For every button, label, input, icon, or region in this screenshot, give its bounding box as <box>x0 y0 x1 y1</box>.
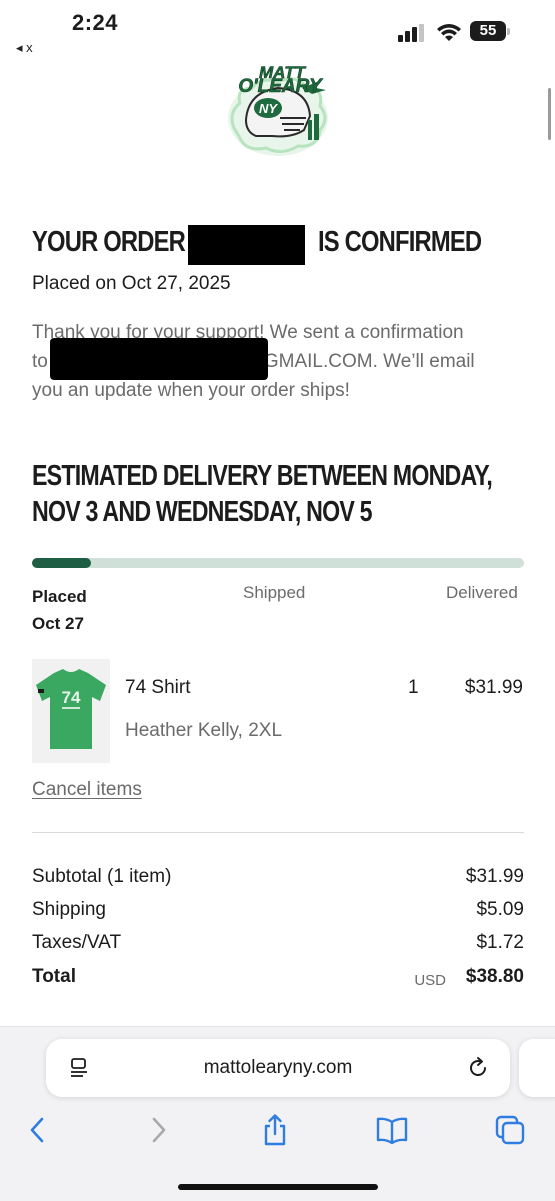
step-shipped: Shipped <box>243 583 306 602</box>
cancel-items-link[interactable]: Cancel items <box>32 779 142 801</box>
back-to-app-link[interactable]: ◂ x <box>16 40 33 56</box>
subtotal-label: Subtotal (1 item) <box>32 866 172 887</box>
item-name: 74 Shirt <box>125 677 191 698</box>
total-value: $38.80 <box>465 966 524 987</box>
confirmation-line-2-suffix: GMAIL.COM. We’ll email <box>263 351 475 372</box>
matt-oleary-logo: NY MATT O'LEARY <box>228 63 328 156</box>
shirt-number: 74 <box>62 688 81 707</box>
estimated-delivery-heading: ESTIMATED DELIVERY BETWEEN MONDAY, NOV 3… <box>32 458 493 530</box>
back-arrow-icon[interactable] <box>22 1113 54 1147</box>
wifi-icon <box>437 24 461 41</box>
product-thumbnail: 74 <box>32 659 110 763</box>
cellular-signal-icon <box>398 24 424 42</box>
url-text[interactable]: mattolearyny.com <box>46 1057 510 1079</box>
share-icon[interactable] <box>259 1113 291 1147</box>
taxes-value: $1.72 <box>476 932 524 953</box>
summary-divider <box>32 832 524 833</box>
status-time: 2:24 <box>72 10 119 35</box>
item-quantity: 1 <box>408 677 419 698</box>
status-bar: 2:24 ◂ x 55 <box>0 0 555 60</box>
delivery-line-2: NOV 3 AND WEDNESDAY, NOV 5 <box>32 496 373 528</box>
step-placed-label: Placed <box>32 587 87 606</box>
forward-arrow-icon[interactable] <box>142 1113 174 1147</box>
scroll-indicator[interactable] <box>548 88 551 140</box>
step-delivered: Delivered <box>446 583 518 602</box>
step-placed: Placed Oct 27 <box>32 583 87 637</box>
item-variant: Heather Kelly, 2XL <box>125 720 283 741</box>
shirt-image: 74 <box>36 669 106 749</box>
tabs-icon[interactable] <box>494 1113 526 1147</box>
step-placed-date: Oct 27 <box>32 614 84 633</box>
confirmation-line-3: you an update when your order ships! <box>32 380 350 401</box>
battery-icon: 55 <box>470 21 512 43</box>
total-currency: USD <box>414 972 446 989</box>
confirmation-line-2-prefix: to <box>32 351 48 372</box>
reload-icon[interactable] <box>466 1056 490 1080</box>
svg-text:NY: NY <box>259 101 278 116</box>
svg-text:O'LEARY: O'LEARY <box>238 76 324 97</box>
next-tab-preview[interactable] <box>519 1039 555 1097</box>
browser-toolbar: mattolearyny.com <box>0 1026 555 1201</box>
order-heading-suffix: IS CONFIRMED <box>317 226 482 258</box>
order-heading-prefix: YOUR ORDER # <box>32 226 204 258</box>
taxes-label: Taxes/VAT <box>32 932 122 953</box>
redacted-order-number <box>188 225 305 265</box>
address-bar[interactable]: mattolearyny.com <box>46 1039 510 1097</box>
delivery-progress-bar <box>32 558 524 568</box>
bookmarks-icon[interactable] <box>376 1113 408 1147</box>
battery-level: 55 <box>470 21 506 41</box>
shipping-value: $5.09 <box>476 899 524 920</box>
home-indicator[interactable] <box>178 1184 378 1190</box>
shipping-label: Shipping <box>32 899 106 920</box>
delivery-progress-fill <box>32 558 92 568</box>
redacted-email <box>50 338 268 380</box>
total-label: Total <box>32 966 76 987</box>
delivery-line-1: ESTIMATED DELIVERY BETWEEN MONDAY, <box>32 460 493 492</box>
subtotal-value: $31.99 <box>465 866 524 887</box>
item-price: $31.99 <box>464 677 523 698</box>
placed-on-date: Placed on Oct 27, 2025 <box>32 273 231 294</box>
